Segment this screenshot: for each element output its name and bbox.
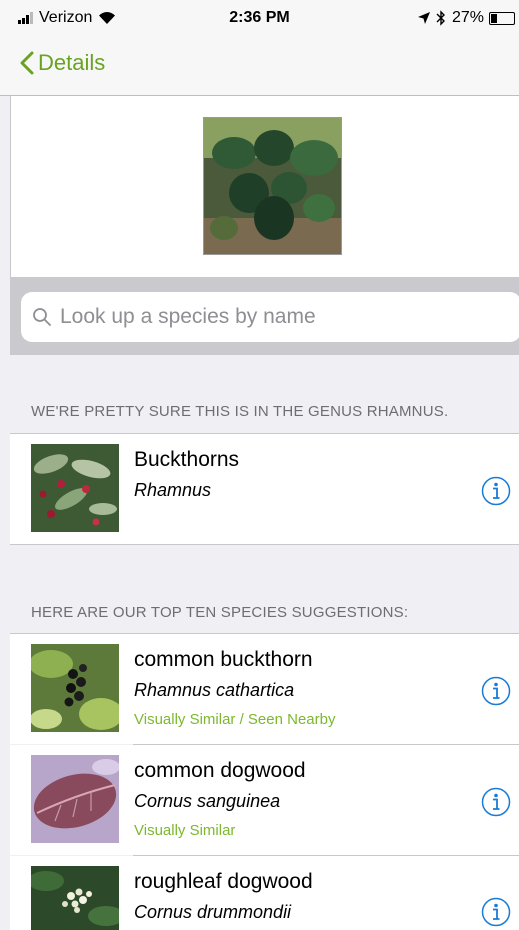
species-row[interactable]: common dogwood Cornus sanguinea Visually… (10, 745, 519, 855)
species-thumbnail (31, 644, 119, 732)
genus-common-name: Buckthorns (134, 448, 240, 471)
genus-scientific-name: Rhamnus (134, 480, 212, 500)
battery-icon (489, 11, 515, 25)
species-section-header: HERE ARE OUR TOP TEN SPECIES SUGGESTIONS… (31, 604, 409, 621)
genus-thumbnail (31, 444, 119, 532)
species-thumbnail (31, 755, 119, 843)
search-placeholder: Look up a species by name (60, 305, 316, 328)
info-icon[interactable] (481, 676, 511, 706)
search-icon (33, 308, 51, 326)
battery-percent: 27% (451, 9, 484, 26)
species-match-tag: Visually Similar (134, 822, 236, 839)
genus-section-header: WE'RE PRETTY SURE THIS IS IN THE GENUS R… (31, 403, 449, 420)
species-common-name: roughleaf dogwood (134, 870, 313, 893)
observation-photo-area (10, 96, 519, 277)
observation-photo[interactable] (203, 117, 342, 255)
bluetooth-icon (436, 10, 445, 26)
species-search-input[interactable]: Look up a species by name (21, 292, 519, 342)
species-scientific-name: Cornus drummondii (134, 902, 292, 922)
info-icon[interactable] (481, 897, 511, 927)
chevron-left-icon (20, 51, 34, 75)
search-bar-container: Look up a species by name (10, 277, 519, 355)
navigation-bar: Details (0, 38, 519, 96)
genus-row[interactable]: Buckthorns Rhamnus (10, 434, 519, 544)
info-icon[interactable] (481, 787, 511, 817)
species-common-name: common buckthorn (134, 648, 313, 671)
location-arrow-icon (417, 12, 430, 24)
species-row[interactable]: roughleaf dogwood Cornus drummondii (10, 856, 519, 930)
species-match-tag: Visually Similar / Seen Nearby (134, 711, 336, 728)
species-thumbnail (31, 866, 119, 930)
back-label: Details (38, 50, 106, 75)
back-button[interactable]: Details (20, 50, 105, 76)
species-common-name: common dogwood (134, 759, 306, 782)
species-scientific-name: Cornus sanguinea (134, 791, 281, 811)
info-icon[interactable] (481, 476, 511, 506)
status-bar: Verizon 2:36 PM 27% (0, 0, 519, 38)
species-row[interactable]: common buckthorn Rhamnus cathartica Visu… (10, 634, 519, 744)
battery-fill (491, 13, 498, 23)
divider (10, 544, 519, 545)
species-scientific-name: Rhamnus cathartica (134, 680, 295, 700)
status-right: 27% (417, 9, 515, 27)
